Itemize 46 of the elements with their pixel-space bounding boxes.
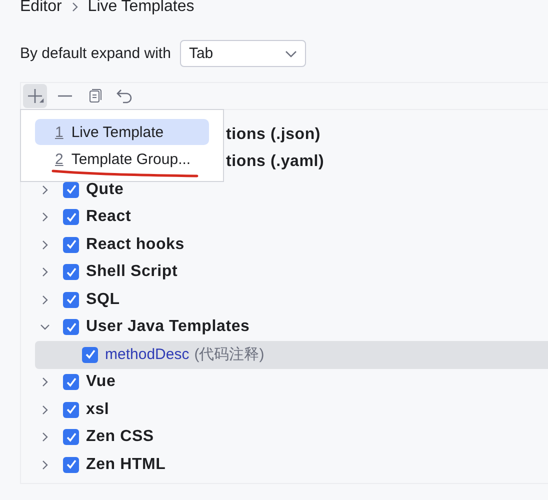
add-icon: [26, 87, 44, 105]
template-group-name: React: [86, 208, 132, 226]
template-name: methodDesc: [105, 346, 190, 364]
chevron-right-icon[interactable]: [40, 212, 50, 222]
template-description: (代码注释): [194, 345, 264, 364]
checkbox[interactable]: [63, 292, 79, 308]
checkbox[interactable]: [63, 209, 79, 226]
checkbox[interactable]: [82, 346, 98, 363]
copy-icon: [87, 88, 103, 104]
chevron-right-icon[interactable]: [40, 294, 50, 305]
add-button[interactable]: [23, 84, 47, 108]
checkbox[interactable]: [63, 264, 79, 280]
template-group-name: Shell Script: [86, 263, 178, 282]
chevron-right-icon[interactable]: [40, 460, 50, 470]
template-row[interactable]: methodDesc (代码注释): [35, 341, 548, 368]
checkbox[interactable]: [63, 374, 79, 390]
checkbox[interactable]: [63, 402, 79, 418]
undo-icon: [116, 88, 134, 104]
expand-label: By default expand with: [20, 45, 171, 62]
template-group-name: User Java Templates: [86, 318, 250, 336]
template-group-name: tions (.yaml): [226, 153, 324, 172]
chevron-right-icon[interactable]: [40, 404, 50, 415]
checkbox[interactable]: [63, 236, 79, 253]
chevron-right-icon[interactable]: [40, 377, 50, 388]
template-group-name: xsl: [86, 400, 110, 419]
template-group-name: SQL: [86, 290, 120, 309]
chevron-down-icon: [284, 50, 297, 58]
chevron-down-icon[interactable]: [40, 322, 50, 332]
checkbox[interactable]: [63, 319, 79, 336]
expand-select[interactable]: Tab: [180, 40, 306, 67]
template-group-name: tions (.json): [226, 126, 321, 144]
menu-item[interactable]: 2 Template Group...: [35, 146, 209, 172]
template-group-name: Vue: [86, 373, 116, 392]
chevron-right-icon[interactable]: [40, 240, 50, 250]
chevron-right-icon[interactable]: [40, 184, 50, 195]
menu-item[interactable]: 1 Live Template: [35, 119, 209, 145]
chevron-right-icon[interactable]: [40, 432, 50, 442]
template-group-name: Zen CSS: [86, 428, 154, 446]
chevron-right-icon[interactable]: [40, 267, 50, 278]
chevron-right-icon: [72, 2, 78, 12]
template-group-name: Zen HTML: [86, 456, 166, 474]
checkbox[interactable]: [63, 182, 79, 198]
template-group-name: Qute: [86, 180, 124, 199]
checkbox[interactable]: [63, 429, 79, 446]
template-group-name: React hooks: [86, 236, 184, 254]
checkbox[interactable]: [63, 456, 79, 473]
